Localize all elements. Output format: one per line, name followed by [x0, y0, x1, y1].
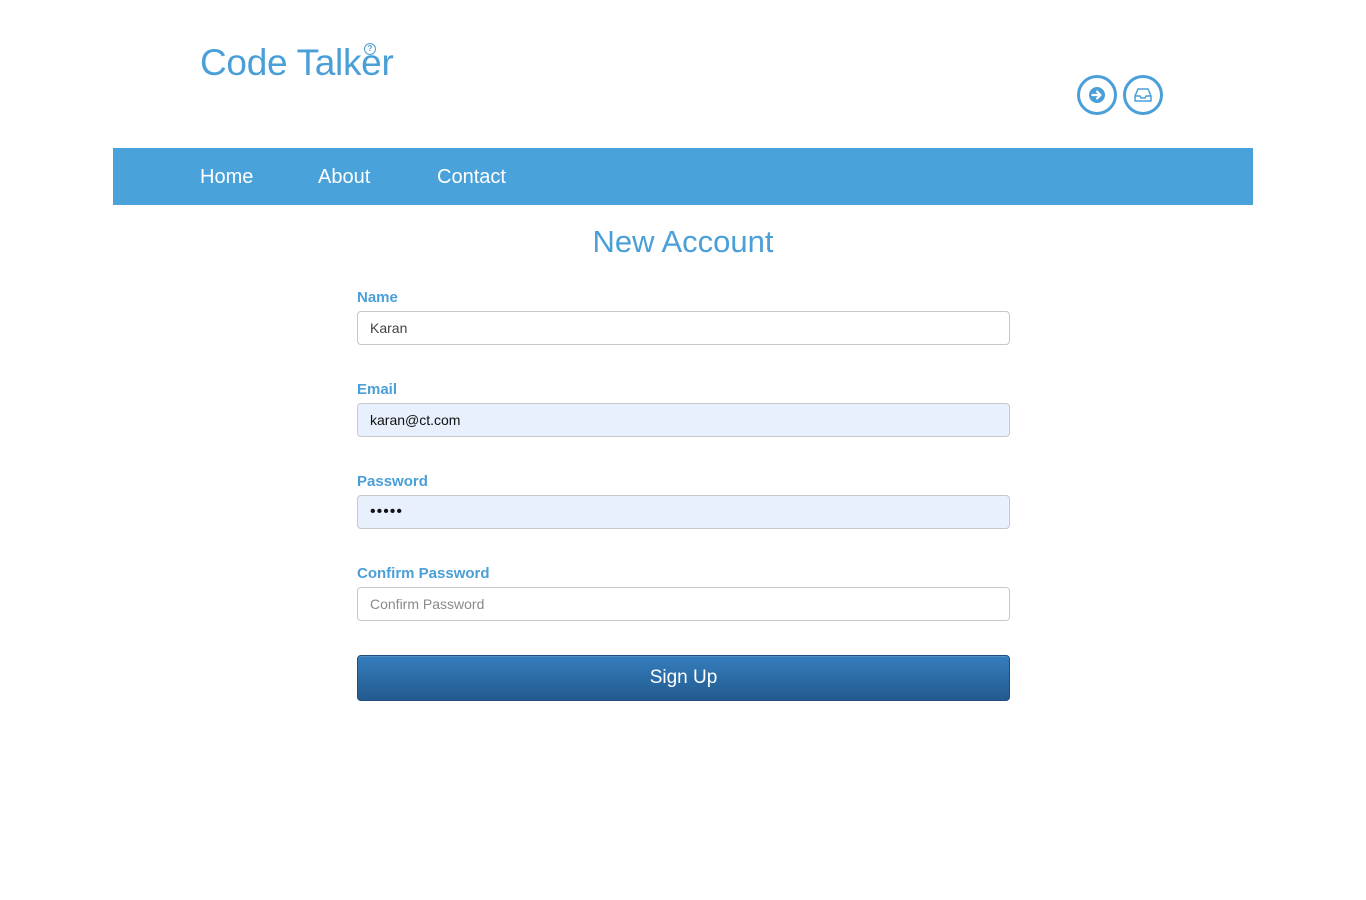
login-button[interactable]	[1077, 75, 1117, 115]
password-label: Password	[357, 473, 428, 490]
form-title: New Account	[592, 224, 774, 259]
registered-mark-icon: ?	[364, 43, 376, 55]
inbox-icon	[1134, 88, 1152, 102]
arrow-right-icon	[1089, 87, 1105, 103]
top-navbar: Home About Contact	[113, 148, 1253, 205]
nav-item-about[interactable]: About	[318, 165, 370, 189]
nav-item-home[interactable]: Home	[200, 165, 253, 189]
page: Code Talker ? Home About Contact New Acc…	[0, 0, 1366, 900]
confirm-password-label: Confirm Password	[357, 565, 490, 582]
inbox-button[interactable]	[1123, 75, 1163, 115]
confirm-password-input[interactable]	[357, 587, 1010, 621]
email-input[interactable]	[357, 403, 1010, 437]
nav-item-contact[interactable]: Contact	[437, 165, 506, 189]
name-input[interactable]	[357, 311, 1010, 345]
email-label: Email	[357, 381, 398, 398]
name-label: Name	[357, 289, 398, 306]
sign-up-button[interactable]: Sign Up	[357, 655, 1010, 701]
password-input[interactable]	[357, 495, 1010, 529]
